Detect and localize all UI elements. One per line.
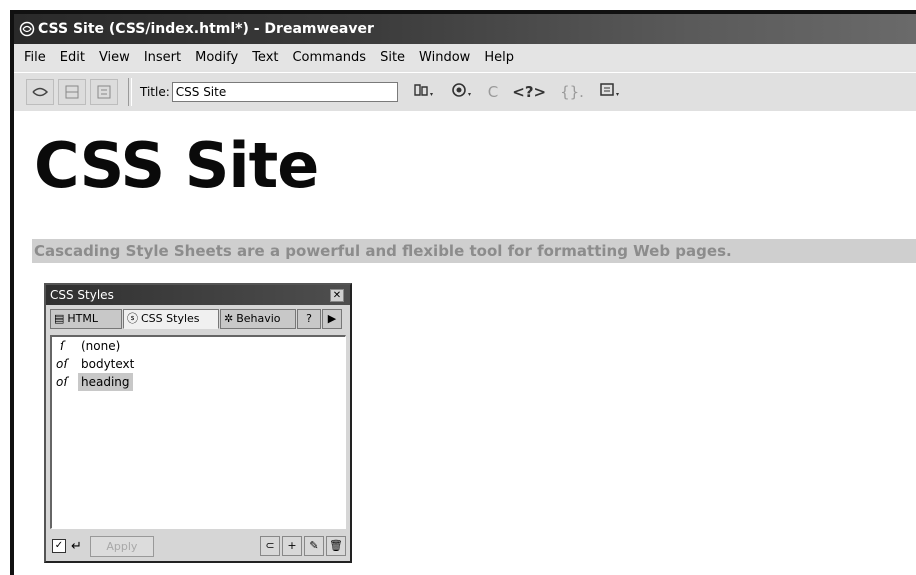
style-label: heading: [78, 373, 133, 391]
tab-css-styles-label: CSS Styles: [141, 312, 200, 325]
title-label: Title:: [140, 85, 170, 99]
reference-icon[interactable]: <?>: [512, 83, 546, 101]
style-icon: ſ: [56, 339, 65, 353]
menu-help[interactable]: Help: [482, 50, 516, 65]
menu-text[interactable]: Text: [250, 50, 280, 65]
panel-menu-arrow-icon[interactable]: ▶: [322, 309, 342, 329]
list-item[interactable]: oſ bodytext: [52, 355, 345, 373]
delete-icon[interactable]: 🗑: [326, 536, 346, 556]
panel-bottom-bar: ✓ ↵ Apply ⊂ + ✎ 🗑: [50, 535, 346, 557]
window-title: CSS Site (CSS/index.html*) - Dreamweaver: [38, 21, 374, 37]
title-bar: CSS Site (CSS/index.html*) - Dreamweaver: [14, 14, 916, 44]
tab-html[interactable]: ▤ HTML: [50, 309, 122, 329]
refresh-icon[interactable]: C: [488, 83, 498, 101]
tab-behaviors-label: Behavio: [236, 312, 281, 325]
menu-view[interactable]: View: [97, 50, 132, 65]
apply-checkbox[interactable]: ✓: [52, 539, 66, 553]
edit-style-icon[interactable]: ✎: [304, 536, 324, 556]
styles-list: ſ (none) oſ bodytext oſ heading: [50, 335, 346, 529]
file-management-icon[interactable]: [412, 81, 436, 103]
body-paragraph: Cascading Style Sheets are a powerful an…: [32, 239, 916, 263]
list-item[interactable]: ſ (none): [52, 337, 345, 355]
style-label: bodytext: [81, 357, 135, 371]
attach-stylesheet-icon[interactable]: ⊂: [260, 536, 280, 556]
style-label: (none): [81, 339, 121, 353]
panel-tabs: ▤ HTML ⓢ CSS Styles ✲ Behavio ? ▶: [50, 309, 346, 331]
page-title-input[interactable]: [171, 82, 398, 102]
design-view-icon[interactable]: [90, 79, 118, 105]
css-styles-panel: CSS Styles ✕ ▤ HTML ⓢ CSS Styles ✲ Behav…: [44, 283, 352, 563]
menu-insert[interactable]: Insert: [142, 50, 183, 65]
dreamweaver-logo-icon: [18, 20, 36, 38]
style-icon: oſ: [56, 357, 68, 371]
tab-html-label: HTML: [67, 312, 99, 325]
toolbar-separator: [128, 78, 132, 106]
split-view-icon[interactable]: [58, 79, 86, 105]
code-view-icon[interactable]: [26, 79, 54, 105]
apply-button[interactable]: Apply: [89, 535, 154, 557]
menu-modify[interactable]: Modify: [193, 50, 240, 65]
list-item[interactable]: oſ heading: [52, 373, 345, 391]
panel-title: CSS Styles: [46, 285, 350, 305]
behaviors-icon: ✲: [224, 312, 234, 325]
menu-site[interactable]: Site: [378, 50, 407, 65]
menu-file[interactable]: File: [22, 50, 48, 65]
dreamweaver-window: CSS Site (CSS/index.html*) - Dreamweaver…: [10, 10, 916, 575]
help-icon[interactable]: ?: [297, 309, 321, 329]
view-options-icon[interactable]: [598, 81, 622, 103]
menu-edit[interactable]: Edit: [58, 50, 87, 65]
tab-css-styles[interactable]: ⓢ CSS Styles: [123, 309, 219, 329]
css-styles-icon: ⓢ: [127, 312, 138, 325]
new-style-icon[interactable]: +: [282, 536, 302, 556]
menu-window[interactable]: Window: [417, 50, 472, 65]
return-icon: ↵: [71, 538, 82, 554]
page-heading: CSS Site: [34, 129, 319, 202]
document-canvas[interactable]: CSS Site Cascading Style Sheets are a po…: [14, 111, 916, 575]
menu-bar: File Edit View Insert Modify Text Comman…: [14, 44, 916, 70]
code-nav-icon[interactable]: {}.: [560, 83, 584, 101]
menu-commands[interactable]: Commands: [290, 50, 368, 65]
preview-browser-icon[interactable]: [450, 81, 474, 103]
tab-behaviors[interactable]: ✲ Behavio: [220, 309, 296, 329]
close-icon[interactable]: ✕: [330, 289, 344, 302]
style-icon: oſ: [56, 375, 68, 389]
document-toolbar: Title: C <?> {}.: [14, 72, 916, 112]
html-icon: ▤: [54, 312, 65, 325]
